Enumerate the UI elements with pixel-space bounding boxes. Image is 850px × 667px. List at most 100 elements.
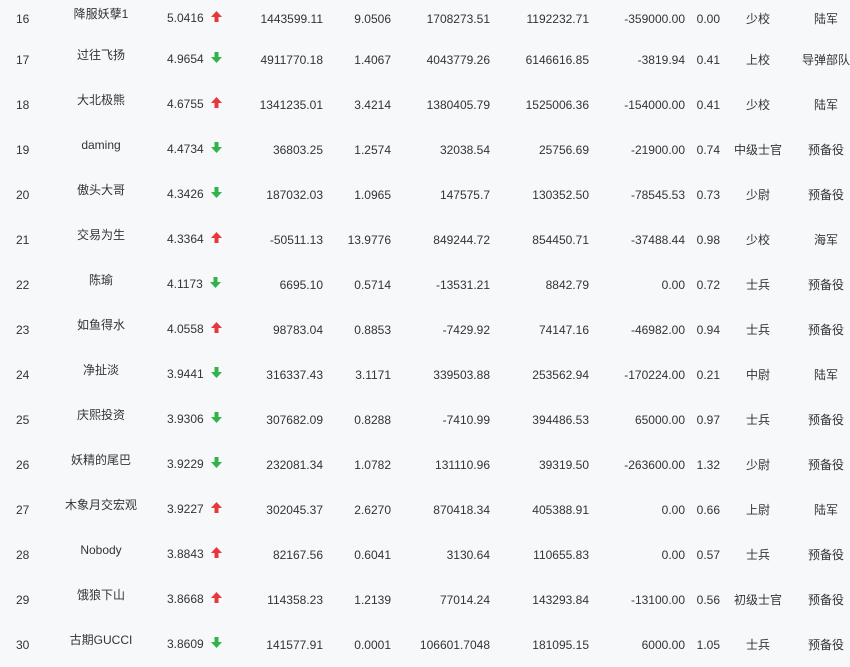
military-rank-text: 士兵: [745, 323, 770, 337]
value5-cell: -170224.00: [589, 352, 685, 397]
table-row: 25 庆熙投资 3.9306 307682.09 0.8288 -7410.99 39448…: [0, 397, 850, 442]
value4-cell: 854450.71: [490, 217, 589, 262]
military-rank-text: 初级士官: [733, 593, 782, 607]
military-rank-text: 士兵: [745, 548, 770, 562]
value2-cell-text: 0.5714: [354, 277, 391, 292]
value1-cell-text: -50511.13: [269, 232, 323, 247]
rank-cell: 22: [0, 262, 52, 307]
value3-cell-text: 106601.7048: [419, 637, 490, 652]
value3-cell: -7410.99: [391, 397, 490, 442]
value3-cell-text: 1380405.79: [426, 97, 490, 112]
score-cell: 3.8609: [150, 622, 230, 667]
value3-cell: 849244.72: [391, 217, 490, 262]
value1-cell-text: 1341235.01: [259, 97, 323, 112]
branch-cell: 陆军: [796, 352, 850, 397]
value1-cell: 36803.25: [230, 127, 323, 172]
value3-cell: 339503.88: [391, 352, 490, 397]
trader-name-text: daming: [81, 137, 121, 152]
value1-cell-text: 302045.37: [266, 502, 323, 517]
value6-cell-text: 0.66: [696, 502, 720, 517]
branch-cell-text: 预备役: [807, 278, 844, 292]
value3-cell-text: 339503.88: [433, 367, 490, 382]
value5-cell: -78545.53: [589, 172, 685, 217]
table-row: 26 妖精的尾巴 3.9229 232081.34 1.0782 131110.96 393…: [0, 442, 850, 487]
value1-cell: 187032.03: [230, 172, 323, 217]
value2-cell: 1.2574: [323, 127, 391, 172]
green-down-arrow-icon: [210, 141, 222, 156]
value2-cell: 3.4214: [323, 82, 391, 127]
branch-cell-text: 导弹部队: [802, 53, 850, 67]
value2-cell: 1.4067: [323, 37, 391, 82]
value6-cell: 0.41: [685, 37, 720, 82]
score-cell-text: 4.1173: [167, 277, 203, 292]
value5-cell-text: -21900.00: [630, 142, 685, 157]
trader-name-text: Nobody: [80, 542, 122, 557]
value4-cell: 110655.83: [490, 532, 589, 577]
trader-name-text: 净扯淡: [82, 363, 119, 377]
branch-cell: 预备役: [796, 127, 850, 172]
value4-cell: 253562.94: [490, 352, 589, 397]
score-cell: 4.9654: [150, 37, 230, 82]
value6-cell: 0.74: [685, 127, 720, 172]
branch-cell-text: 陆军: [813, 503, 838, 517]
trader-name-text: 古期GUCCI: [69, 633, 133, 647]
value2-cell-text: 1.0965: [354, 187, 391, 202]
value4-cell: 394486.53: [490, 397, 589, 442]
trader-name-text: 大北极熊: [76, 93, 125, 107]
value6-cell-text: 0.41: [696, 52, 720, 67]
value5-cell: 0.00: [589, 262, 685, 307]
value1-cell-text: 4911770.18: [260, 52, 323, 67]
value4-cell: 143293.84: [490, 577, 589, 622]
value1-cell: 98783.04: [230, 307, 323, 352]
rank-cell: 19: [0, 127, 52, 172]
red-up-arrow-icon: [210, 231, 222, 246]
rank-cell: 28: [0, 532, 52, 577]
rank-cell-text: 23: [16, 322, 30, 337]
red-up-arrow-icon: [210, 10, 222, 25]
value4-cell: 1192232.71: [490, 0, 589, 37]
rank-cell-text: 17: [16, 52, 30, 67]
value4-cell-text: 854450.71: [532, 232, 589, 247]
value5-cell-text: 65000.00: [634, 412, 685, 427]
value1-cell: 1341235.01: [230, 82, 323, 127]
trader-name: 过往飞扬: [52, 37, 150, 82]
value5-cell: -263600.00: [589, 442, 685, 487]
score-cell: 4.0558: [150, 307, 230, 352]
value2-cell: 0.8853: [323, 307, 391, 352]
branch-cell-text: 预备役: [807, 413, 844, 427]
value6-cell-text: 1.32: [696, 457, 720, 472]
value2-cell: 9.0506: [323, 0, 391, 37]
value6-cell-text: 0.73: [696, 187, 720, 202]
rank-cell-text: 22: [16, 277, 30, 292]
military-rank: 少校: [720, 82, 796, 127]
value2-cell: 1.0965: [323, 172, 391, 217]
rank-cell: 17: [0, 37, 52, 82]
score-cell-text: 3.9229: [167, 457, 204, 472]
value2-cell-text: 1.4067: [354, 52, 391, 67]
green-down-arrow-icon: [210, 636, 222, 651]
rank-cell: 16: [0, 0, 52, 37]
score-cell: 4.3426: [150, 172, 230, 217]
value3-cell: 32038.54: [391, 127, 490, 172]
value5-cell: -21900.00: [589, 127, 685, 172]
trader-name-text: 妖精的尾巴: [70, 453, 131, 467]
red-up-arrow-icon: [210, 96, 222, 111]
score-cell-text: 4.3364: [167, 232, 204, 247]
rank-cell-text: 25: [16, 412, 30, 427]
military-rank: 上校: [720, 37, 796, 82]
value1-cell-text: 307682.09: [266, 412, 323, 427]
score-cell: 4.6755: [150, 82, 230, 127]
value4-cell-text: 130352.50: [532, 187, 589, 202]
red-up-arrow-icon: [210, 501, 222, 516]
branch-cell-text: 陆军: [813, 368, 838, 382]
value6-cell: 0.94: [685, 307, 720, 352]
value5-cell: -359000.00: [589, 0, 685, 37]
value2-cell-text: 1.2574: [354, 142, 391, 157]
ranking-table: 16 降服妖孽1 5.0416 1443599.11 9.0506 1708273.51 1…: [0, 0, 850, 667]
value6-cell-text: 1.05: [696, 637, 720, 652]
value3-cell: -7429.92: [391, 307, 490, 352]
military-rank: 士兵: [720, 622, 796, 667]
value5-cell: -3819.94: [589, 37, 685, 82]
value3-cell: 77014.24: [391, 577, 490, 622]
value6-cell: 0.72: [685, 262, 720, 307]
